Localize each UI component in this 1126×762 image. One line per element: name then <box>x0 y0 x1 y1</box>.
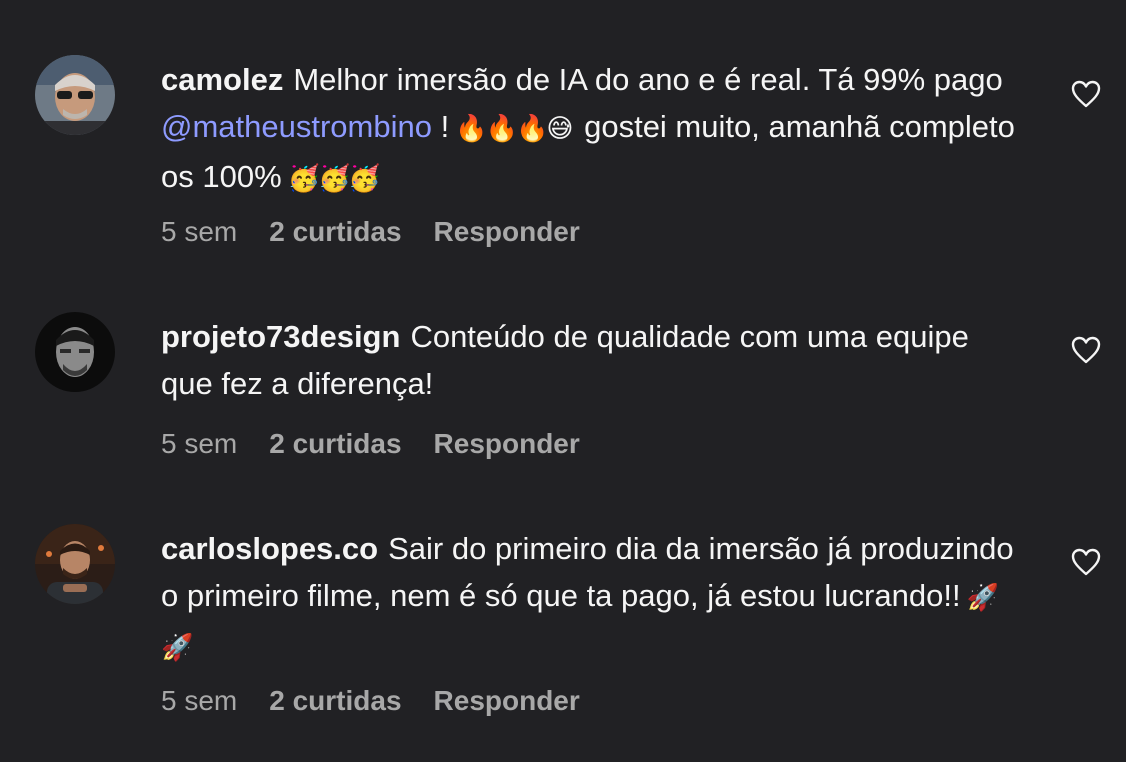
comment-meta: 5 sem 2 curtidas Responder <box>161 216 580 248</box>
comment-body: carloslopes.co Sair do primeiro dia da im… <box>161 525 1021 672</box>
avatar[interactable] <box>35 312 115 392</box>
comment-meta: 5 sem 2 curtidas Responder <box>161 428 580 460</box>
likes-count[interactable]: 2 curtidas <box>269 216 401 248</box>
comment-meta: 5 sem 2 curtidas Responder <box>161 685 580 717</box>
comment-text: ! <box>440 109 450 144</box>
emoji-group: 🥳🥳🥳 <box>287 164 381 194</box>
reply-button[interactable]: Responder <box>434 685 580 717</box>
likes-count[interactable]: 2 curtidas <box>269 428 401 460</box>
comment-body: projeto73design Conteúdo de qualidade com… <box>161 313 1021 407</box>
likes-count[interactable]: 2 curtidas <box>269 685 401 717</box>
emoji-group: 🔥🔥🔥😅 <box>455 114 573 144</box>
comment-username[interactable]: camolez <box>161 62 283 97</box>
comment-timestamp: 5 sem <box>161 685 238 716</box>
comment-timestamp: 5 sem <box>161 428 238 459</box>
comment-body: camolez Melhor imersão de IA do ano e é r… <box>161 56 1021 203</box>
heart-outline-icon[interactable] <box>1070 79 1102 109</box>
reply-button[interactable]: Responder <box>434 428 580 460</box>
heart-outline-icon[interactable] <box>1070 335 1102 365</box>
avatar[interactable] <box>35 55 115 135</box>
comment-username[interactable]: carloslopes.co <box>161 531 378 566</box>
comment-timestamp: 5 sem <box>161 216 238 247</box>
reply-button[interactable]: Responder <box>434 216 580 248</box>
heart-outline-icon[interactable] <box>1070 547 1102 577</box>
comment-text: Melhor imersão de IA do ano e é real. Tá… <box>293 62 1003 97</box>
comment-username[interactable]: projeto73design <box>161 319 400 354</box>
mention-link[interactable]: @matheustrombino <box>161 109 432 144</box>
avatar[interactable] <box>35 524 115 604</box>
